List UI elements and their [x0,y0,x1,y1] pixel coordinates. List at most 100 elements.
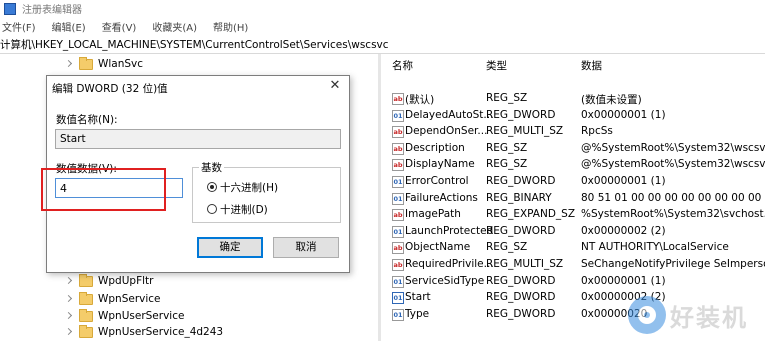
tree-item-label: WpnService [98,293,161,305]
tree-item-label: WlanSvc [98,58,144,70]
column-header-name[interactable]: 名称 [392,58,413,73]
value-data-cell: 0x00000001 (1) [581,108,666,121]
value-type-cell: REG_SZ [486,241,528,254]
value-type-cell: REG_SZ [486,92,528,104]
close-icon[interactable]: ✕ [327,78,343,94]
string-value-icon: ab [392,259,404,271]
cancel-button[interactable]: 取消 [273,237,339,258]
value-data-cell: (数值未设置) [581,94,642,106]
value-row[interactable]: 01 LaunchProtected REG_DWORD 0x00000002 (2) [386,224,765,240]
value-data-cell: 0x00000002 (2) [581,224,666,237]
value-name-cell: LaunchProtected [405,224,494,237]
tree-item-label: WpdUpFltr [98,275,154,287]
folder-icon [79,291,93,305]
value-data-cell: RpcSs [581,125,613,138]
value-type-cell: REG_DWORD [486,274,556,287]
binary-value-icon: 01 [392,192,404,205]
value-name-cell: DelayedAutoSt... [405,108,494,121]
radio-unchecked-icon[interactable] [207,204,217,214]
tree-item-wpnuserservice[interactable]: WpnUserService [64,308,184,324]
folder-icon [79,324,93,338]
value-name-cell: Type [405,307,430,320]
window-title: 注册表编辑器 [22,5,82,16]
value-type-cell: REG_EXPAND_SZ [486,208,576,221]
column-header-data[interactable]: 数据 [581,58,602,73]
value-row[interactable]: ab Description REG_SZ @%SystemRoot%\System3… [386,141,765,157]
menu-edit[interactable]: 编辑(E) [52,19,86,34]
chevron-right-icon[interactable] [64,294,74,304]
chevron-right-icon[interactable] [64,59,74,69]
dialog-title: 编辑 DWORD (32 位)值 [52,83,168,95]
tree-scrollbar[interactable] [378,54,381,341]
ok-button[interactable]: 确定 [197,237,263,258]
value-data-cell: @%SystemRoot%\System32\wscsvc.d [581,141,765,154]
value-row[interactable]: ab (默认) REG_SZ (数值未设置) [386,91,765,107]
value-name-label: 数值名称(N): [56,114,118,126]
tree-item-label: WpnUserService_4d243 [98,326,224,338]
column-header-type[interactable]: 类型 [486,58,507,73]
value-data-cell: 0x00000001 (1) [581,274,666,287]
folder-icon [79,308,93,322]
red-highlight-box [41,168,166,211]
radio-checked-icon[interactable] [207,182,217,192]
value-type-cell: REG_DWORD [486,307,556,320]
radio-decimal[interactable]: 十进制(D) [207,202,268,216]
menu-view[interactable]: 查看(V) [102,19,137,34]
value-data-cell: 0x00000001 (1) [581,175,666,187]
value-row[interactable]: ab ImagePath REG_EXPAND_SZ %SystemRoot%\Sys… [386,207,765,223]
value-row[interactable]: ab ObjectName REG_SZ NT AUTHORITY\LocalServ… [386,240,765,256]
radio-hex-label: 十六进制(H) [220,181,279,194]
watermark-text: 好装机 [670,303,748,332]
value-name-cell: ObjectName [405,241,471,254]
string-value-icon: ab [392,159,404,172]
string-value-icon: ab [392,142,404,155]
value-row[interactable]: 01 ServiceSidType REG_DWORD 0x00000001 (1) [386,274,765,290]
value-row[interactable]: ab RequiredPrivile... REG_MULTI_SZ SeChange… [386,257,765,273]
value-name-cell: RequiredPrivile... [405,258,494,270]
value-row[interactable]: ab DependOnSer... REG_MULTI_SZ RpcSs [386,124,765,140]
string-value-icon: ab [392,93,404,105]
value-name-cell: DisplayName [405,158,475,171]
menu-help[interactable]: 帮助(H) [213,19,248,34]
value-name-cell: FailureActions [405,191,478,204]
binary-value-icon: 01 [392,225,404,238]
chevron-right-icon[interactable] [64,311,74,321]
tree-item-wpnuserservice-4d243[interactable]: WpnUserService_4d243 [64,324,223,340]
value-name-cell: (默认) [405,94,435,106]
menu-favorites[interactable]: 收藏夹(A) [152,19,197,34]
value-row[interactable]: 01 ErrorControl REG_DWORD 0x00000001 (1) [386,174,765,190]
address-bar[interactable]: 计算机\HKEY_LOCAL_MACHINE\SYSTEM\CurrentCon… [0,36,765,54]
folder-icon [79,273,93,287]
radio-hexadecimal[interactable]: 十六进制(H) [207,180,278,194]
chevron-right-icon[interactable] [64,276,74,286]
tree-item-wpdupfltr[interactable]: WpdUpFltr [64,273,153,289]
tree-item-wpnservice[interactable]: WpnService [64,291,161,307]
value-name-cell: DependOnSer... [405,125,488,138]
value-type-cell: REG_SZ [486,158,528,171]
chevron-right-icon[interactable] [64,327,74,337]
binary-value-icon: 01 [392,275,404,288]
watermark-logo-icon [628,296,666,334]
value-type-cell: REG_DWORD [486,291,556,304]
string-value-icon: ab [392,126,404,139]
folder-icon [79,56,93,70]
value-name-cell: Description [405,141,465,154]
base-label: 基数 [199,160,224,175]
value-type-cell: REG_BINARY [486,191,552,204]
value-name-cell: Start [405,291,431,304]
value-data-cell: 80 51 01 00 00 00 00 00 00 00 00 00 [581,191,765,204]
tree-item-wlansvc[interactable]: WlanSvc [64,56,143,72]
value-type-cell: REG_MULTI_SZ [486,125,564,138]
value-row[interactable]: ab DisplayName REG_SZ @%SystemRoot%\System3… [386,157,765,173]
menu-bar: 文件(F) 编辑(E) 查看(V) 收藏夹(A) 帮助(H) [0,17,765,36]
string-value-icon: ab [392,209,404,222]
address-path[interactable]: 计算机\HKEY_LOCAL_MACHINE\SYSTEM\CurrentCon… [0,37,389,52]
value-type-cell: REG_DWORD [486,175,556,187]
value-name-cell: ImagePath [405,208,461,221]
value-row[interactable]: 01 DelayedAutoSt... REG_DWORD 0x00000001 (1… [386,108,765,124]
menu-file[interactable]: 文件(F) [2,19,36,34]
watermark: 好装机 [628,296,748,334]
value-row[interactable]: 01 FailureActions REG_BINARY 80 51 01 00 00… [386,191,765,207]
binary-value-icon: 01 [392,109,404,122]
value-type-cell: REG_DWORD [486,224,556,237]
